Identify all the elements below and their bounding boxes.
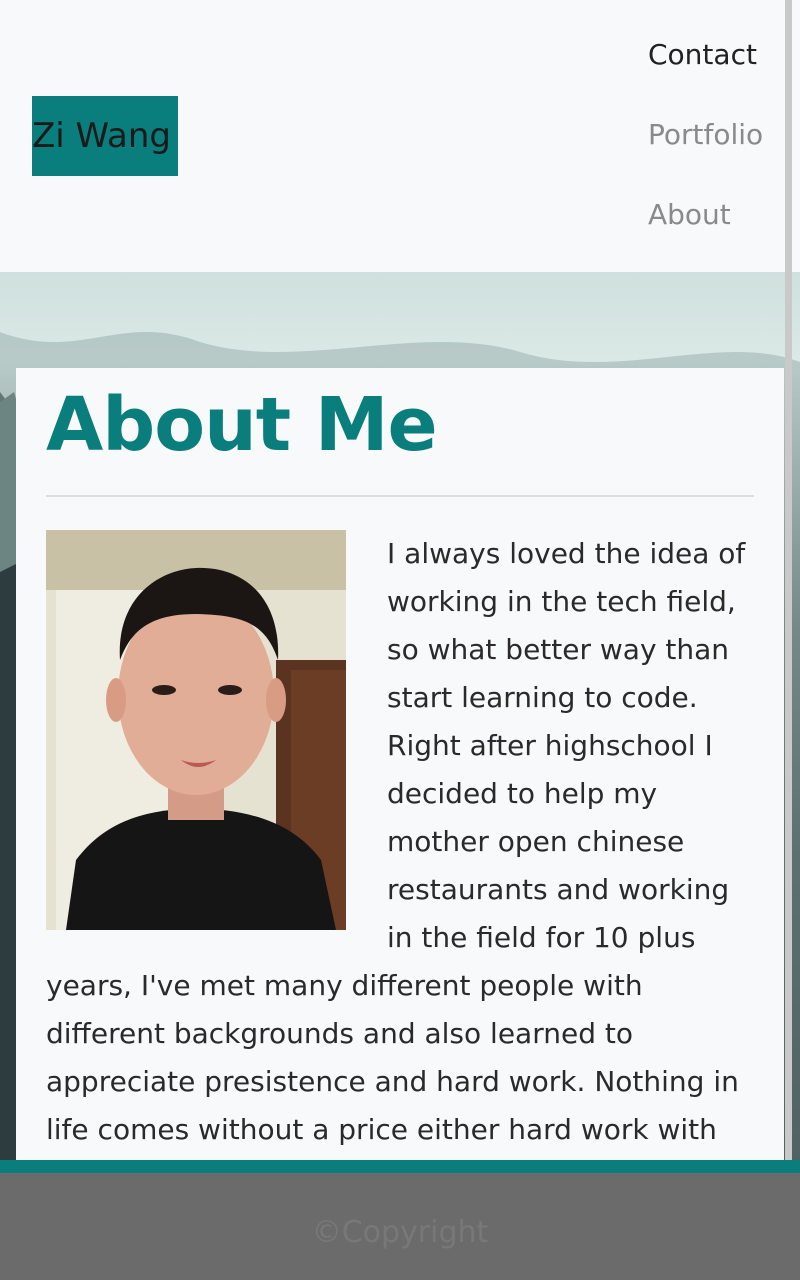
nav-item-contact[interactable]: Contact (648, 38, 757, 71)
scrollbar[interactable] (785, 0, 792, 1175)
footer-accent-bar (0, 1160, 800, 1173)
about-text: I always loved the idea of working in th… (46, 530, 756, 1154)
copyright-text: ©Copyright (311, 1215, 489, 1250)
site-header: Zi Wang Contact Portfolio About (0, 0, 800, 272)
site-footer: ©Copyright (0, 1173, 800, 1280)
nav-item-portfolio[interactable]: Portfolio (648, 118, 763, 151)
brand-logo-link[interactable]: Zi Wang (32, 96, 178, 176)
about-title: About Me (46, 382, 438, 468)
divider (46, 495, 754, 497)
profile-photo (46, 530, 346, 930)
about-card: About Me I always loved the idea of work (16, 368, 784, 1160)
nav-item-about[interactable]: About (648, 198, 731, 231)
